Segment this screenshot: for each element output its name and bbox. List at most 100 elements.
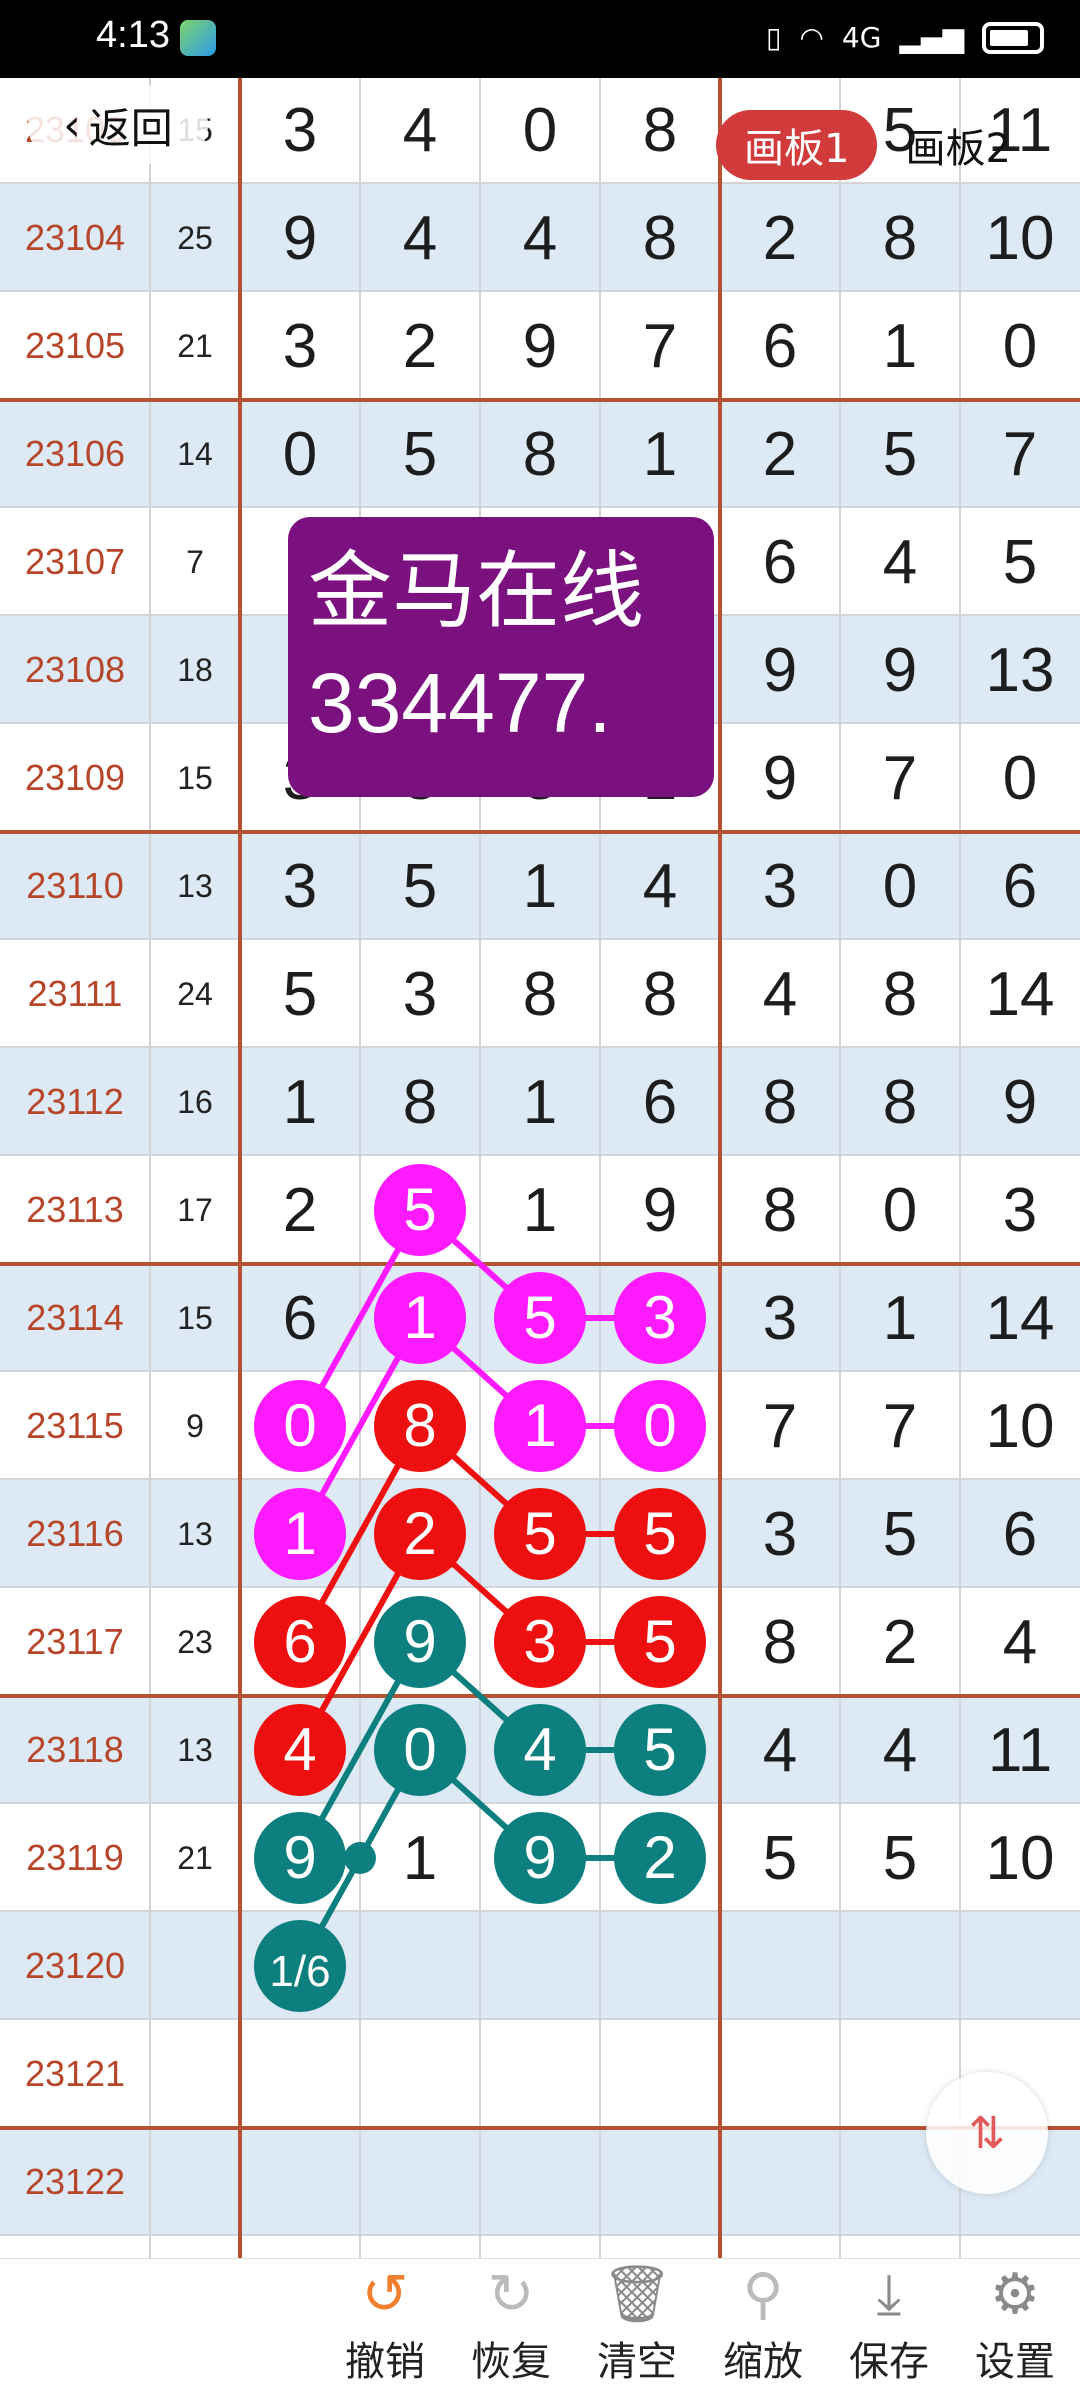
digit-cell[interactable]: 7 xyxy=(840,724,960,832)
digit-cell[interactable]: 5 xyxy=(240,940,360,1048)
marker-node[interactable]: 6 xyxy=(254,1596,346,1688)
tab-board-1[interactable]: 画板1 xyxy=(716,110,878,180)
marker-node[interactable]: 0 xyxy=(614,1380,706,1472)
digit-cell[interactable]: 9 xyxy=(720,724,840,832)
redo-button[interactable]: ↻ 恢复 xyxy=(448,2259,574,2401)
digit-cell[interactable]: 9 xyxy=(720,616,840,724)
digit-cell[interactable]: 2 xyxy=(840,1588,960,1696)
marker-node[interactable]: 2 xyxy=(374,1488,466,1580)
back-button[interactable]: ‹ 返回 xyxy=(28,86,208,164)
digit-cell[interactable]: 8 xyxy=(600,940,720,1048)
digit-cell[interactable]: 0 xyxy=(240,400,360,508)
scroll-toggle-button[interactable]: ⇅ xyxy=(926,2072,1048,2194)
digit-cell[interactable] xyxy=(360,1912,480,2020)
digit-cell[interactable]: 7 xyxy=(720,1372,840,1480)
digit-cell[interactable] xyxy=(600,1912,720,2020)
marker-node[interactable]: 5 xyxy=(614,1488,706,1580)
marker-node[interactable]: 9 xyxy=(254,1812,346,1904)
digit-cell[interactable]: 1 xyxy=(480,1156,600,1264)
digit-cell[interactable]: 4 xyxy=(840,508,960,616)
digit-cell[interactable]: 5 xyxy=(840,1804,960,1912)
digit-cell[interactable]: 6 xyxy=(960,832,1080,940)
digit-cell[interactable]: 4 xyxy=(960,1588,1080,1696)
marker-node[interactable]: 8 xyxy=(374,1380,466,1472)
digit-cell[interactable] xyxy=(720,1912,840,2020)
digit-cell[interactable]: 3 xyxy=(240,292,360,400)
digit-cell[interactable]: 14 xyxy=(960,940,1080,1048)
digit-cell[interactable]: 6 xyxy=(240,1264,360,1372)
draw-grid[interactable]: 2310315340851123104259448281023105213297… xyxy=(0,78,1080,2258)
marker-node[interactable]: 5 xyxy=(374,1164,466,1256)
digit-cell[interactable]: 1 xyxy=(840,1264,960,1372)
digit-cell[interactable]: 6 xyxy=(600,1048,720,1156)
digit-cell[interactable]: 8 xyxy=(720,1156,840,1264)
digit-cell[interactable]: 6 xyxy=(960,1480,1080,1588)
digit-cell[interactable]: 0 xyxy=(840,1156,960,1264)
digit-cell[interactable]: 9 xyxy=(240,184,360,292)
digit-cell[interactable]: 5 xyxy=(840,400,960,508)
digit-cell[interactable]: 5 xyxy=(840,1480,960,1588)
digit-cell[interactable]: 7 xyxy=(840,1372,960,1480)
digit-cell[interactable]: 5 xyxy=(960,508,1080,616)
marker-node[interactable]: 2 xyxy=(614,1812,706,1904)
save-button[interactable]: ⤓ 保存 xyxy=(826,2259,952,2401)
marker-node[interactable]: 0 xyxy=(374,1704,466,1796)
digit-cell[interactable]: 6 xyxy=(720,292,840,400)
marker-node[interactable]: 5 xyxy=(614,1596,706,1688)
digit-cell[interactable]: 4 xyxy=(360,184,480,292)
digit-cell[interactable]: 3 xyxy=(960,1156,1080,1264)
zoom-button[interactable]: ⚲ 缩放 xyxy=(700,2259,826,2401)
settings-button[interactable]: ⚙ 设置 xyxy=(952,2259,1078,2401)
digit-cell[interactable] xyxy=(360,2128,480,2236)
digit-cell[interactable]: 9 xyxy=(480,292,600,400)
digit-cell[interactable]: 5 xyxy=(360,832,480,940)
digit-cell[interactable]: 3 xyxy=(720,1264,840,1372)
marker-node[interactable]: 1/6 xyxy=(254,1920,346,2012)
digit-cell[interactable]: 4 xyxy=(480,184,600,292)
tab-board-2[interactable]: 画板2 xyxy=(877,110,1038,180)
digit-cell[interactable]: 8 xyxy=(480,400,600,508)
digit-cell[interactable]: 10 xyxy=(960,1372,1080,1480)
digit-cell[interactable]: 1 xyxy=(480,832,600,940)
digit-cell[interactable]: 14 xyxy=(960,1264,1080,1372)
digit-cell[interactable] xyxy=(480,1912,600,2020)
marker-node[interactable]: 1 xyxy=(494,1380,586,1472)
digit-cell[interactable]: 7 xyxy=(600,292,720,400)
digit-cell[interactable]: 8 xyxy=(600,78,720,184)
digit-cell[interactable]: 1 xyxy=(840,292,960,400)
digit-cell[interactable]: 10 xyxy=(960,184,1080,292)
digit-cell[interactable]: 13 xyxy=(960,616,1080,724)
digit-cell[interactable]: 6 xyxy=(720,508,840,616)
digit-cell[interactable]: 0 xyxy=(480,78,600,184)
digit-cell[interactable]: 11 xyxy=(960,1696,1080,1804)
digit-cell[interactable]: 2 xyxy=(240,1156,360,1264)
digit-cell[interactable] xyxy=(840,1912,960,2020)
digit-cell[interactable]: 8 xyxy=(840,940,960,1048)
digit-cell[interactable] xyxy=(720,2020,840,2128)
digit-cell[interactable]: 10 xyxy=(960,1804,1080,1912)
digit-cell[interactable]: 7 xyxy=(960,400,1080,508)
marker-node[interactable]: 4 xyxy=(254,1704,346,1796)
digit-cell[interactable]: 5 xyxy=(720,1804,840,1912)
digit-cell[interactable]: 0 xyxy=(960,292,1080,400)
digit-cell[interactable]: 2 xyxy=(720,400,840,508)
marker-node[interactable]: 1 xyxy=(374,1272,466,1364)
digit-cell[interactable]: 0 xyxy=(960,724,1080,832)
digit-cell[interactable] xyxy=(480,2020,600,2128)
digit-cell[interactable]: 8 xyxy=(360,1048,480,1156)
digit-cell[interactable]: 8 xyxy=(720,1048,840,1156)
digit-cell[interactable]: 0 xyxy=(840,832,960,940)
digit-cell[interactable]: 3 xyxy=(240,832,360,940)
digit-cell[interactable]: 4 xyxy=(720,1696,840,1804)
digit-cell[interactable] xyxy=(360,2020,480,2128)
marker-node[interactable]: 5 xyxy=(494,1488,586,1580)
digit-cell[interactable]: 9 xyxy=(840,616,960,724)
digit-cell[interactable]: 8 xyxy=(480,940,600,1048)
digit-cell[interactable] xyxy=(960,1912,1080,2020)
digit-cell[interactable] xyxy=(720,2128,840,2236)
digit-cell[interactable]: 4 xyxy=(840,1696,960,1804)
digit-cell[interactable]: 4 xyxy=(720,940,840,1048)
digit-cell[interactable]: 3 xyxy=(360,940,480,1048)
digit-cell[interactable]: 8 xyxy=(600,184,720,292)
marker-node[interactable]: 3 xyxy=(614,1272,706,1364)
